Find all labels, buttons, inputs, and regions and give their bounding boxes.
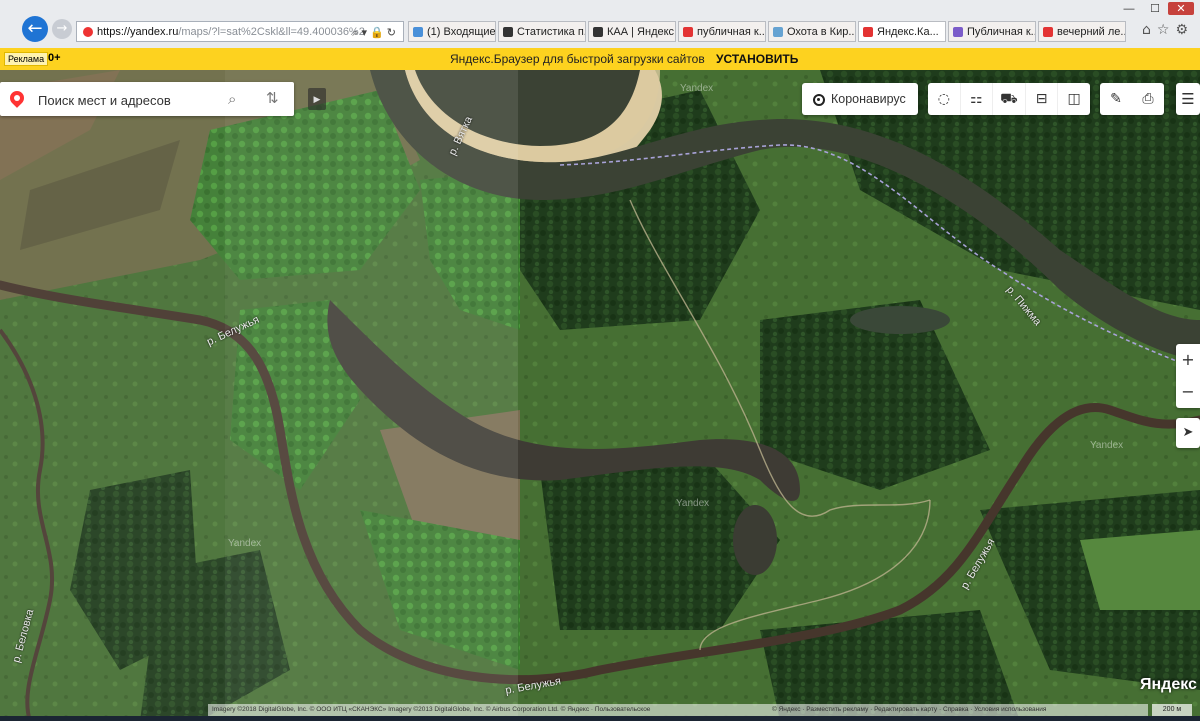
tab-favicon-icon	[863, 27, 873, 38]
coronavirus-icon	[813, 93, 825, 106]
yandex-logo: Яндекс	[1140, 676, 1197, 693]
map-watermark: Yandex	[228, 538, 262, 549]
window-controls: — ☐ ✕	[1116, 2, 1194, 15]
print-icon[interactable]: ⎙	[1132, 83, 1164, 115]
tab-label: вечерний ле...	[1057, 26, 1126, 38]
copyright-text: Imagery ©2018 DigitalGlobe, Inc. © ООО И…	[208, 704, 768, 716]
forward-button[interactable]: →	[52, 19, 72, 39]
ruler-icon[interactable]: ✎	[1100, 83, 1132, 115]
url-path: /maps/?l=sat%2Cskl&ll=49.400036%2	[178, 26, 365, 38]
browser-tab[interactable]: Яндекс.Ка...×	[858, 21, 946, 42]
promo-bar: Реклама 0+ Яндекс.Браузер для быстрой за…	[0, 48, 1200, 70]
coronavirus-label: Коронавирус	[831, 92, 906, 106]
browser-toolbar-icons: ⌂☆⚙	[1142, 22, 1194, 38]
browser-tab[interactable]: Охота в Кир...	[768, 21, 856, 42]
browser-tab[interactable]: публичная к...	[678, 21, 766, 42]
location-pin-icon	[7, 88, 27, 108]
tab-label: Охота в Кир...	[787, 26, 856, 38]
install-button[interactable]: УСТАНОВИТЬ	[716, 52, 798, 66]
coronavirus-button[interactable]: Коронавирус	[802, 83, 918, 115]
close-window-icon[interactable]: ✕	[1168, 2, 1194, 15]
tab-label: публичная к...	[697, 26, 766, 38]
zoom-control: + −	[1176, 344, 1200, 408]
ad-label: Реклама	[4, 52, 49, 66]
home-icon[interactable]: ⌂	[1142, 22, 1157, 38]
back-button[interactable]: ←	[22, 16, 48, 42]
tab-favicon-icon	[413, 27, 423, 38]
url-host: https://yandex.ru	[97, 26, 179, 38]
tab-favicon-icon	[683, 27, 693, 38]
map-watermark: Yandex	[676, 498, 710, 509]
satellite-imagery	[0, 70, 1200, 721]
route-icon[interactable]: ⇅	[266, 89, 279, 107]
tab-favicon-icon	[1043, 27, 1053, 38]
favorites-star-icon[interactable]: ☆	[1157, 22, 1176, 38]
browser-tab[interactable]: КАА | Яндекс...	[588, 21, 676, 42]
address-bar[interactable]: https://yandex.ru/maps/?l=sat%2Cskl&ll=4…	[76, 21, 404, 42]
terms-links[interactable]: © Яндекс · Разместить рекламу · Редактир…	[768, 704, 1148, 716]
tab-label: Публичная к...	[967, 26, 1036, 38]
map-tools-group: ✎ ⎙	[1100, 83, 1164, 115]
tab-label: (1) Входящие...	[427, 26, 496, 38]
tab-favicon-icon	[953, 27, 963, 38]
search-box: ⌕ ⇅	[0, 82, 294, 118]
browser-tab[interactable]: вечерний ле...	[1038, 21, 1126, 42]
browser-chrome: ← → https://yandex.ru/maps/?l=sat%2Cskl&…	[0, 0, 1200, 49]
browser-tab[interactable]: (1) Входящие...	[408, 21, 496, 42]
search-input[interactable]	[36, 82, 220, 118]
transit-icon[interactable]: ⚏	[961, 83, 994, 115]
tab-label: Яндекс.Ка...	[877, 26, 939, 38]
menu-icon[interactable]: ☰	[1176, 83, 1200, 115]
scale-bar: 200 м	[1152, 704, 1192, 716]
panel-toggle-button[interactable]: ▶	[308, 88, 326, 110]
minimize-icon[interactable]: —	[1116, 3, 1142, 15]
settings-gear-icon[interactable]: ⚙	[1175, 22, 1194, 38]
geolocation-icon[interactable]: ➤	[1176, 418, 1200, 448]
promo-text[interactable]: Яндекс.Браузер для быстрой загрузки сайт…	[450, 52, 705, 66]
address-bar-tools-icon[interactable]: ⌕▾🔒↻	[352, 22, 399, 41]
browser-tab[interactable]: Статистика п...	[498, 21, 586, 42]
browser-tab[interactable]: Публичная к...	[948, 21, 1036, 42]
zoom-out-button[interactable]: −	[1176, 376, 1200, 408]
zoom-in-button[interactable]: +	[1176, 344, 1200, 376]
traffic-icon[interactable]: ⛟	[993, 83, 1026, 115]
map-watermark: Yandex	[1090, 440, 1124, 451]
maximize-icon[interactable]: ☐	[1142, 2, 1168, 15]
panorama-icon[interactable]: ◌	[928, 83, 961, 115]
satellite-map[interactable]: р. Вятка р. Белужья р. Пижма р. Белужья …	[0, 70, 1200, 721]
age-rating: 0+	[48, 52, 61, 64]
site-favicon-icon	[83, 27, 93, 38]
layers-icon[interactable]: ◫	[1058, 83, 1090, 115]
map-watermark: Yandex	[680, 83, 714, 94]
tab-label: Статистика п...	[517, 26, 586, 38]
tab-strip: (1) Входящие... Статистика п... КАА | Янде…	[408, 21, 1128, 43]
tab-favicon-icon	[593, 27, 603, 38]
tab-label: КАА | Яндекс...	[607, 26, 676, 38]
tab-favicon-icon	[773, 27, 783, 38]
taskbar	[0, 716, 1200, 721]
search-icon[interactable]: ⌕	[228, 90, 236, 108]
tab-favicon-icon	[503, 27, 513, 38]
map-layers-group: ◌ ⚏ ⛟ ⊟ ◫	[928, 83, 1090, 115]
bus-icon[interactable]: ⊟	[1026, 83, 1059, 115]
